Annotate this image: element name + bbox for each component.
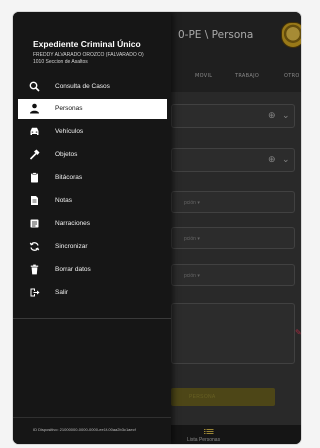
menu-item-label: Personas xyxy=(55,105,83,112)
drawer-user-unit: 1010 Seccion de Asaltos xyxy=(33,59,88,65)
menu-item-personas[interactable]: Personas xyxy=(18,99,167,119)
menu-item-notas[interactable]: Notas xyxy=(18,191,167,211)
menu-item-label: Borrar datos xyxy=(55,266,91,273)
drawer-footer-divider xyxy=(13,417,171,418)
menu-item-label: Notas xyxy=(55,197,72,204)
menu-item-label: Salir xyxy=(55,289,69,296)
trash-icon xyxy=(30,264,39,275)
menu-item-consulta-de-casos[interactable]: Consulta de Casos xyxy=(18,77,167,97)
menu-item-label: Narraciones xyxy=(55,220,91,227)
navigation-drawer: Expediente Criminal Único FREDDY ALVARAD… xyxy=(13,12,171,444)
menu-item-bitacoras[interactable]: Bitácoras xyxy=(18,168,167,188)
list-icon xyxy=(30,219,39,228)
menu-item-vehiculos[interactable]: Vehículos xyxy=(18,122,167,142)
menu-item-sincronizar[interactable]: Sincronizar xyxy=(18,237,167,257)
device-frame: 0-PE \ Persona MOVIL TRABAJO OTRO ⊕ ⌄ ⊕ … xyxy=(13,12,301,444)
menu-item-narraciones[interactable]: Narraciones xyxy=(18,214,167,234)
car-icon xyxy=(30,127,39,135)
drawer-title: Expediente Criminal Único xyxy=(33,39,141,49)
device-id: ID Dispositivo: 21000000-0000-0000-ee1f-… xyxy=(33,427,136,432)
menu-item-borrar-datos[interactable]: Borrar datos xyxy=(18,260,167,280)
logout-icon xyxy=(30,288,40,297)
menu-item-objetos[interactable]: Objetos xyxy=(18,145,167,165)
note-icon xyxy=(31,196,38,205)
menu-item-label: Objetos xyxy=(55,151,78,158)
person-icon xyxy=(30,103,39,114)
menu-item-label: Bitácoras xyxy=(55,174,83,181)
drawer-divider xyxy=(13,318,171,319)
clipboard-icon xyxy=(31,172,38,183)
menu-item-label: Consulta de Casos xyxy=(55,83,110,90)
menu-item-label: Vehículos xyxy=(55,128,84,135)
drawer-user-name: FREDDY ALVARADO OROZCO (FALVARADO O) xyxy=(33,52,144,58)
hammer-icon xyxy=(29,149,40,160)
drawer-scrim[interactable] xyxy=(171,12,301,444)
search-icon xyxy=(29,81,40,92)
menu-item-salir[interactable]: Salir xyxy=(18,283,167,303)
menu-item-label: Sincronizar xyxy=(55,243,88,250)
sync-icon xyxy=(29,242,40,251)
